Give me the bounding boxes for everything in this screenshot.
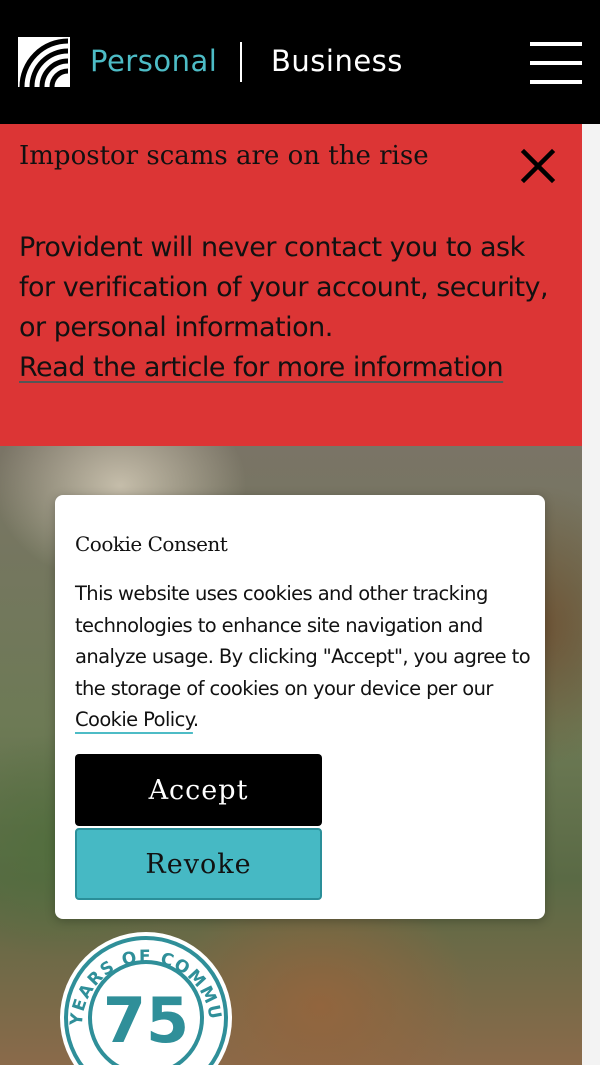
alert-message: Provident will never contact you to ask … bbox=[19, 232, 549, 343]
scam-alert-banner: Impostor scams are on the rise Provident… bbox=[0, 124, 582, 446]
hamburger-icon[interactable] bbox=[530, 42, 582, 84]
cookie-title: Cookie Consent bbox=[75, 532, 228, 556]
cookie-policy-link[interactable]: Cookie Policy bbox=[75, 708, 194, 731]
alert-title: Impostor scams are on the rise bbox=[19, 141, 429, 171]
tab-divider bbox=[240, 42, 242, 82]
tab-personal[interactable]: Personal bbox=[90, 44, 217, 78]
cookie-text-end: . bbox=[192, 708, 199, 731]
cookie-text: This website uses cookies and other trac… bbox=[75, 582, 531, 700]
badge-number: 75 bbox=[103, 984, 189, 1057]
cookie-description: This website uses cookies and other trac… bbox=[75, 578, 533, 736]
accept-button[interactable]: Accept bbox=[75, 754, 322, 826]
revoke-button[interactable]: Revoke bbox=[75, 828, 322, 900]
tab-business[interactable]: Business bbox=[271, 44, 403, 78]
logo-icon[interactable] bbox=[18, 37, 70, 87]
anniversary-badge: YEARS OF COMMUNITY 75 bbox=[58, 930, 232, 1065]
cookie-consent-dialog: Cookie Consent This website uses cookies… bbox=[55, 495, 545, 919]
close-icon[interactable] bbox=[516, 144, 560, 188]
site-header: Personal Business bbox=[0, 0, 600, 124]
scrollbar[interactable] bbox=[582, 124, 600, 1065]
alert-body: Provident will never contact you to ask … bbox=[19, 228, 564, 388]
alert-article-link[interactable]: Read the article for more information bbox=[19, 352, 504, 383]
